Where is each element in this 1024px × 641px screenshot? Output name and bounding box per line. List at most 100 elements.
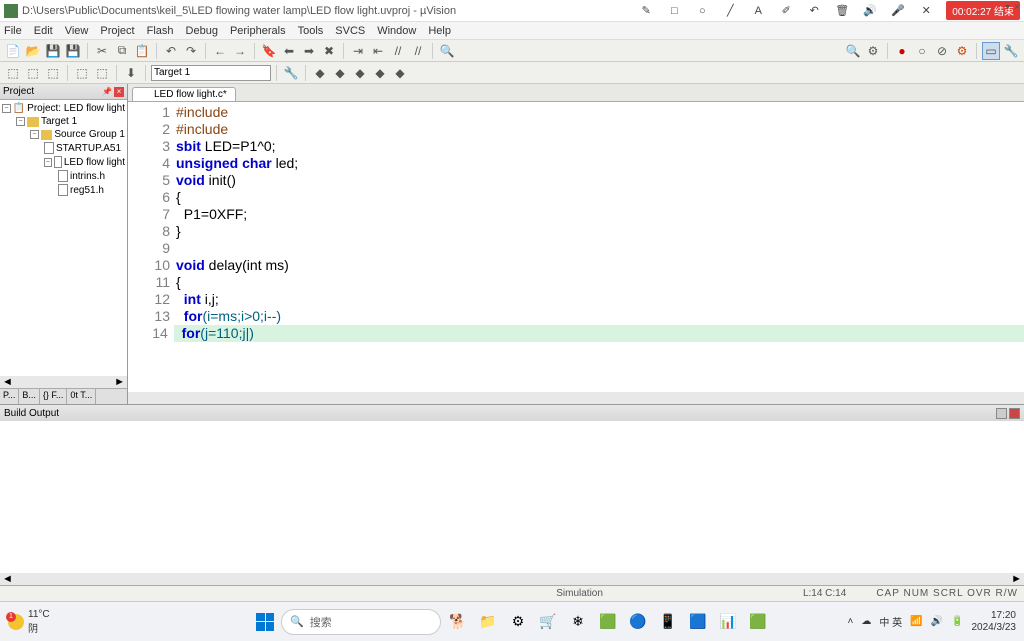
rte-icon[interactable]: ◆: [351, 64, 369, 82]
bo-scroll-left[interactable]: ◄: [2, 573, 13, 585]
menu-edit[interactable]: Edit: [34, 25, 53, 37]
app-10[interactable]: 📊: [715, 609, 741, 635]
app-4[interactable]: 🛒: [535, 609, 561, 635]
tray-chevron-icon[interactable]: ˄: [848, 616, 854, 627]
tray-wifi-icon[interactable]: 📶: [910, 616, 922, 627]
copy-icon[interactable]: ⧉: [113, 42, 131, 60]
menu-help[interactable]: Help: [428, 25, 451, 37]
menu-flash[interactable]: Flash: [147, 25, 174, 37]
breakpoint-icon[interactable]: ●: [893, 42, 911, 60]
tab-functions[interactable]: {} F...: [40, 389, 68, 404]
target-options-icon[interactable]: 🔧: [282, 64, 300, 82]
panel-close-icon[interactable]: ×: [114, 87, 124, 97]
tree-target[interactable]: Target 1: [41, 116, 77, 127]
weather-widget[interactable]: 1 11°C阴: [8, 609, 50, 635]
app-8[interactable]: 📱: [655, 609, 681, 635]
manage-icon[interactable]: ◆: [311, 64, 329, 82]
bo-close-icon[interactable]: [1009, 408, 1020, 419]
save-icon[interactable]: 💾: [44, 42, 62, 60]
code-editor[interactable]: 1#include2#include3sbit LED=P1^0;4unsign…: [128, 102, 1024, 392]
ime-indicator[interactable]: 中 英: [879, 614, 902, 629]
cut-icon[interactable]: ✂: [93, 42, 111, 60]
start-button[interactable]: [253, 610, 277, 634]
batch-build-icon[interactable]: ⬚: [73, 64, 91, 82]
menu-view[interactable]: View: [65, 25, 89, 37]
stop-build-icon[interactable]: ⬚: [93, 64, 111, 82]
bookmark-clear-icon[interactable]: ✖: [320, 42, 338, 60]
bo-pin-icon[interactable]: [996, 408, 1007, 419]
build-output-body[interactable]: [0, 421, 1024, 573]
close-icon[interactable]: ✕: [918, 3, 934, 19]
bookmark-prev-icon[interactable]: ⬅: [280, 42, 298, 60]
scroll-left-icon[interactable]: ◄: [2, 376, 13, 388]
tab-dropdown-icon[interactable]: ▾: [1005, 2, 1010, 13]
find-icon[interactable]: 🔍: [438, 42, 456, 60]
app-3[interactable]: ⚙: [505, 609, 531, 635]
config-icon[interactable]: 🔧: [1002, 42, 1020, 60]
redo-icon[interactable]: ↷: [182, 42, 200, 60]
circle-icon[interactable]: ○: [694, 3, 710, 19]
bookmark-next-icon[interactable]: ➡: [300, 42, 318, 60]
bookmark-icon[interactable]: 🔖: [260, 42, 278, 60]
tree-file[interactable]: reg51.h: [70, 185, 104, 196]
new-icon[interactable]: 📄: [4, 42, 22, 60]
sound-icon[interactable]: 🔊: [862, 3, 878, 19]
save-all-icon[interactable]: 💾: [64, 42, 82, 60]
line-icon[interactable]: ╱: [722, 3, 738, 19]
tray-battery-icon[interactable]: 🔋: [951, 616, 963, 627]
menu-tools[interactable]: Tools: [298, 25, 324, 37]
paste-icon[interactable]: 📋: [133, 42, 151, 60]
editor-hscroll[interactable]: [128, 392, 1024, 404]
tab-project[interactable]: P...: [0, 389, 19, 404]
project-tree[interactable]: −📋Project: LED flow light −Target 1 −Sou…: [0, 100, 127, 376]
menu-peripherals[interactable]: Peripherals: [230, 25, 286, 37]
nav-back-icon[interactable]: ←: [211, 42, 229, 60]
tab-books[interactable]: B...: [19, 389, 40, 404]
menu-file[interactable]: File: [4, 25, 22, 37]
pencil-icon[interactable]: ✎: [638, 3, 654, 19]
app-2[interactable]: 📁: [475, 609, 501, 635]
window-icon[interactable]: ▭: [982, 42, 1000, 60]
bo-scroll-right[interactable]: ►: [1011, 573, 1022, 585]
target-select[interactable]: Target 1: [151, 65, 271, 81]
tree-root[interactable]: Project: LED flow light: [27, 103, 125, 114]
options-icon[interactable]: ⚙: [953, 42, 971, 60]
undo-icon[interactable]: ↶: [162, 42, 180, 60]
nav-fwd-icon[interactable]: →: [231, 42, 249, 60]
trash-icon[interactable]: 🗑: [834, 3, 850, 19]
open-icon[interactable]: 📂: [24, 42, 42, 60]
square-icon[interactable]: □: [666, 3, 682, 19]
translate-icon[interactable]: ⬚: [4, 64, 22, 82]
tab-templates[interactable]: 0t T...: [67, 389, 96, 404]
rte-icon3[interactable]: ◆: [391, 64, 409, 82]
pin-icon[interactable]: 📌: [102, 87, 112, 97]
tree-group[interactable]: Source Group 1: [54, 129, 125, 140]
app-6[interactable]: 🟩: [595, 609, 621, 635]
debug-icon[interactable]: 🔍: [844, 42, 862, 60]
undo-icon[interactable]: ↶: [806, 3, 822, 19]
app-7[interactable]: 🔵: [625, 609, 651, 635]
menu-window[interactable]: Window: [377, 25, 416, 37]
menu-debug[interactable]: Debug: [186, 25, 218, 37]
pack-icon[interactable]: ◆: [331, 64, 349, 82]
tree-file[interactable]: intrins.h: [70, 171, 105, 182]
app-11[interactable]: 🟩: [745, 609, 771, 635]
app-5[interactable]: ❄: [565, 609, 591, 635]
outdent-icon[interactable]: ⇤: [369, 42, 387, 60]
menu-project[interactable]: Project: [100, 25, 134, 37]
indent-icon[interactable]: ⇥: [349, 42, 367, 60]
build-target-icon[interactable]: ⬚: [24, 64, 42, 82]
rte-icon2[interactable]: ◆: [371, 64, 389, 82]
bp-kill-icon[interactable]: ⊘: [933, 42, 951, 60]
download-icon[interactable]: ⬇: [122, 64, 140, 82]
highlighter-icon[interactable]: ✐: [778, 3, 794, 19]
tree-file[interactable]: LED flow light: [64, 157, 125, 168]
mic-icon[interactable]: 🎤: [890, 3, 906, 19]
uncomment-icon[interactable]: //: [409, 42, 427, 60]
rebuild-icon[interactable]: ⬚: [44, 64, 62, 82]
tray-onedrive-icon[interactable]: ☁: [861, 616, 871, 627]
app-9[interactable]: 🟦: [685, 609, 711, 635]
clock[interactable]: 17:202024/3/23: [972, 610, 1017, 634]
build-icon[interactable]: ⚙: [864, 42, 882, 60]
editor-tab[interactable]: LED flow light.c*: [132, 87, 236, 101]
